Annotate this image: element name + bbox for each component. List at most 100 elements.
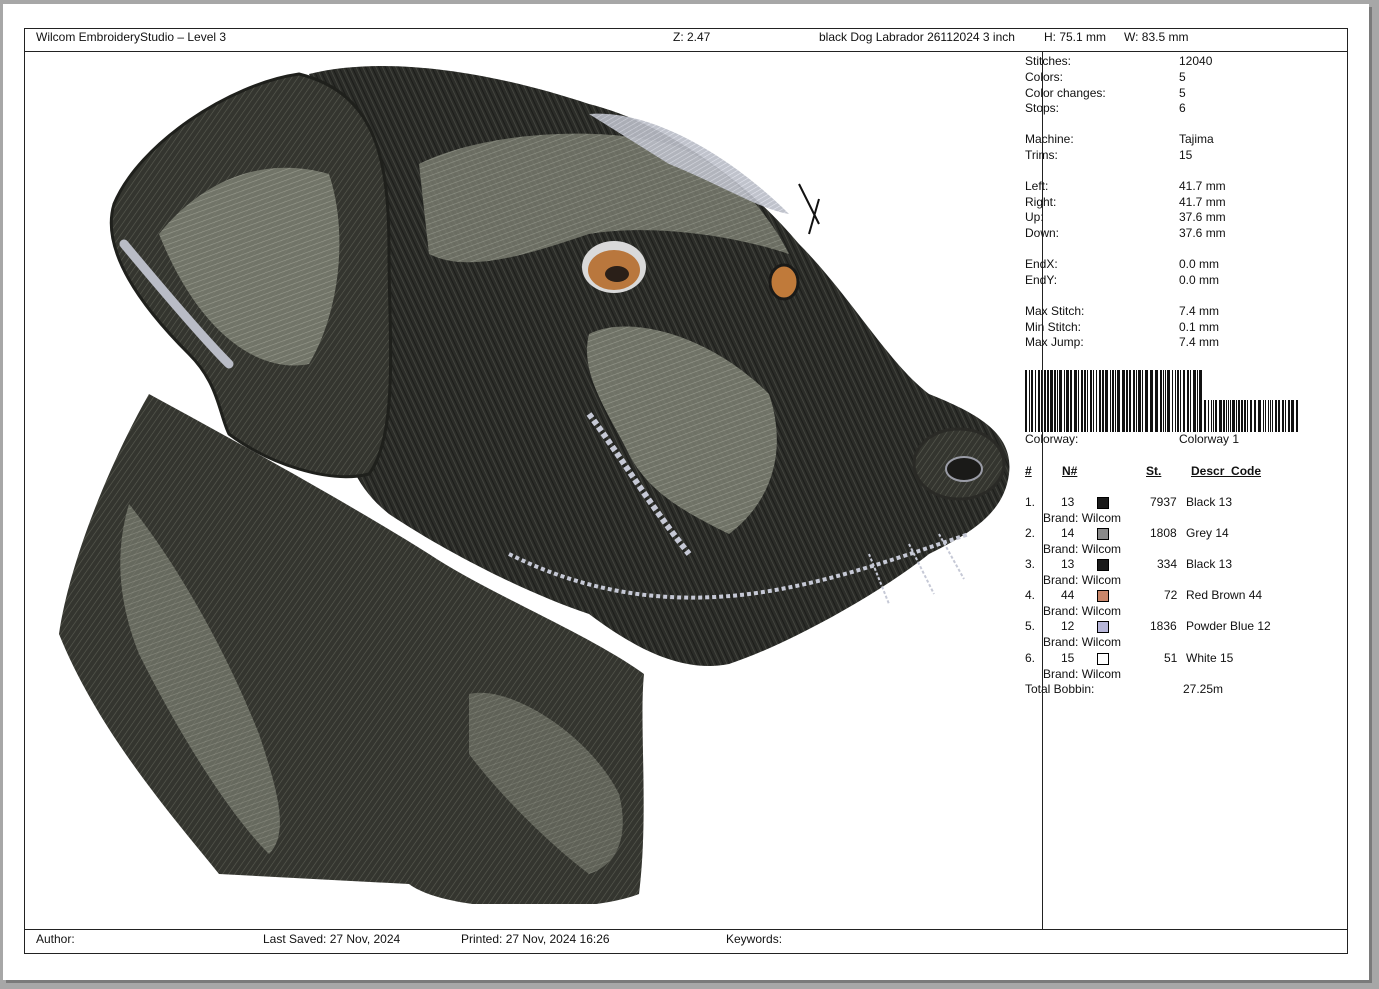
- barcode-bar: [1193, 370, 1196, 432]
- stat-max-jump: Max Jump: 7.4 mm: [1025, 335, 1220, 349]
- barcode-bar: [1230, 400, 1231, 432]
- stat-left: Left: 41.7 mm: [1025, 179, 1226, 193]
- barcode-bar: [1278, 400, 1280, 432]
- barcode-bar: [1265, 400, 1266, 432]
- color-swatch: [1097, 590, 1109, 602]
- barcode-bar: [1129, 370, 1131, 432]
- footer-printed: Printed: 27 Nov, 2024 16:26: [461, 932, 610, 946]
- footer-author: Author:: [36, 932, 75, 946]
- barcode-bar: [1244, 400, 1246, 432]
- stat-stitches: Stitches: 12040: [1025, 54, 1213, 68]
- barcode-bar: [1066, 370, 1069, 432]
- barcode-bar: [1272, 400, 1273, 432]
- print-preview-sheet: Wilcom EmbroideryStudio – Level 3 Z: 2.4…: [3, 4, 1369, 980]
- barcode-bar: [1288, 400, 1290, 432]
- stat-right: Right: 41.7 mm: [1025, 195, 1226, 209]
- barcode-bar: [1102, 370, 1104, 432]
- barcode-bar: [1247, 400, 1248, 432]
- barcode-bar: [1165, 370, 1166, 432]
- barcode-bar: [1228, 400, 1229, 432]
- total-bobbin: Total Bobbin: 27.25m: [1025, 682, 1224, 696]
- color-row: 2. 14 1808 Grey 14 Brand: Wilcom: [1025, 526, 1229, 556]
- stitch-barcode: [1025, 370, 1298, 432]
- barcode-bar: [1136, 370, 1137, 432]
- design-height: H: 75.1 mm: [1044, 30, 1107, 44]
- barcode-bar: [1296, 400, 1298, 432]
- col-header-stitches: St.: [1146, 464, 1162, 478]
- barcode-bar: [1115, 370, 1116, 432]
- barcode-bar: [1285, 400, 1286, 432]
- barcode-bar: [1163, 370, 1164, 432]
- footer-keywords: Keywords:: [726, 932, 783, 946]
- barcode-bar: [1208, 400, 1209, 432]
- stat-color-changes: Color changes: 5: [1025, 86, 1186, 100]
- barcode-bar: [1064, 370, 1065, 432]
- col-header-number: N#: [1062, 464, 1078, 478]
- barcode-bar: [1250, 400, 1252, 432]
- barcode-bar: [1029, 370, 1030, 432]
- barcode-bar: [1282, 400, 1284, 432]
- barcode-bar: [1145, 370, 1148, 432]
- barcode-bar: [1117, 370, 1120, 432]
- barcode-bar: [1126, 370, 1128, 432]
- barcode-bar: [1050, 370, 1053, 432]
- stat-up: Up: 37.6 mm: [1025, 210, 1226, 224]
- barcode-bar: [1263, 400, 1264, 432]
- color-row: 6. 15 51 White 15 Brand: Wilcom: [1025, 651, 1234, 681]
- barcode-bar: [1211, 400, 1212, 432]
- color-swatch: [1097, 559, 1109, 571]
- stat-trims: Trims: 15: [1025, 148, 1193, 162]
- dog-eye-right: [768, 263, 800, 301]
- barcode-bar: [1044, 370, 1046, 432]
- stat-endy: EndY: 0.0 mm: [1025, 273, 1220, 287]
- barcode-bar: [1177, 370, 1179, 432]
- barcode-bar: [1167, 370, 1170, 432]
- barcode-bar: [1133, 370, 1135, 432]
- barcode-bar: [1070, 370, 1072, 432]
- barcode-bar: [1093, 370, 1094, 432]
- barcode-bar: [1110, 370, 1111, 432]
- barcode-bar: [1057, 370, 1058, 432]
- color-row: 4. 44 72 Red Brown 44 Brand: Wilcom: [1025, 588, 1263, 618]
- barcode-bar: [1078, 370, 1079, 432]
- barcode-bar: [1099, 370, 1101, 432]
- barcode-bar: [1122, 370, 1125, 432]
- stat-colorway: Colorway: Colorway 1: [1025, 432, 1240, 446]
- barcode-bar: [1183, 370, 1185, 432]
- barcode-bar: [1199, 370, 1202, 432]
- stat-stops: Stops: 6: [1025, 101, 1186, 115]
- color-row: 1. 13 7937 Black 13 Brand: Wilcom: [1025, 495, 1233, 525]
- barcode-bar: [1268, 400, 1269, 432]
- barcode-bar: [1096, 370, 1097, 432]
- barcode-bar: [1219, 400, 1222, 432]
- stat-max-stitch: Max Stitch: 7.4 mm: [1025, 304, 1220, 318]
- barcode-bar: [1084, 370, 1086, 432]
- color-swatch: [1097, 621, 1109, 633]
- stat-endx: EndX: 0.0 mm: [1025, 257, 1220, 271]
- barcode-bar: [1172, 370, 1173, 432]
- barcode-bar: [1238, 400, 1240, 432]
- color-swatch: [1097, 528, 1109, 540]
- barcode-bar: [1204, 400, 1206, 432]
- barcode-bar: [1236, 400, 1237, 432]
- barcode-bar: [1175, 370, 1176, 432]
- barcode-bar: [1215, 400, 1217, 432]
- dog-pupil-left: [605, 266, 629, 282]
- barcode-bar: [1054, 370, 1056, 432]
- embroidery-design-preview: [59, 65, 1010, 904]
- barcode-bar: [1031, 370, 1033, 432]
- footer-divider: [25, 929, 1347, 930]
- barcode-bar: [1187, 370, 1189, 432]
- col-header-index: #: [1025, 464, 1032, 478]
- stat-min-stitch: Min Stitch: 0.1 mm: [1025, 320, 1220, 334]
- eyebrow-whiskers: [798, 183, 820, 235]
- barcode-bar: [1241, 400, 1243, 432]
- design-width: W: 83.5 mm: [1124, 30, 1189, 44]
- color-row: 3. 13 334 Black 13 Brand: Wilcom: [1025, 557, 1233, 587]
- barcode-bar: [1081, 370, 1083, 432]
- barcode-bar: [1190, 370, 1191, 432]
- dog-nostril: [945, 456, 983, 482]
- color-row: 5. 12 1836 Powder Blue 12 Brand: Wilcom: [1025, 619, 1271, 649]
- stat-colors: Colors: 5: [1025, 70, 1186, 84]
- barcode-bar: [1155, 370, 1158, 432]
